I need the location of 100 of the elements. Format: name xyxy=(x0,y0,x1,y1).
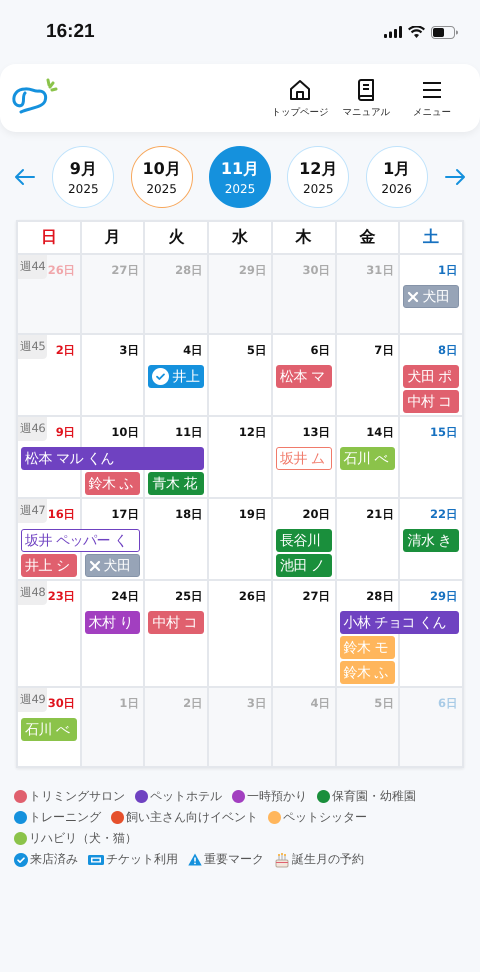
date-number: 6日 xyxy=(310,342,331,358)
date-number: 18日 xyxy=(175,506,204,522)
weekday-header: 金 xyxy=(336,222,398,253)
event-chip[interactable]: 鈴木 ふ xyxy=(84,472,140,495)
nav-button[interactable]: トップページ xyxy=(268,78,332,118)
signal-icon xyxy=(384,26,402,38)
event-chip[interactable]: 犬田 xyxy=(84,554,140,577)
warning-icon xyxy=(188,853,202,866)
legend-label: トレーニング xyxy=(29,809,101,826)
date-number: 30日 xyxy=(302,262,331,278)
date-number: 27日 xyxy=(111,262,140,278)
date-number: 5日 xyxy=(374,695,394,711)
nav-button[interactable]: メニュー xyxy=(400,78,464,118)
date-number: 3日 xyxy=(246,695,267,711)
event-chip[interactable]: 石川 べ xyxy=(340,447,396,470)
event-chip[interactable]: 犬田 ポ xyxy=(403,365,459,388)
ticket-icon xyxy=(88,854,104,866)
event-chip[interactable]: 松本 マル くん xyxy=(21,447,204,470)
legend-label: ペットシッター xyxy=(283,809,367,826)
week-number: 週47 xyxy=(18,499,48,523)
wifi-icon xyxy=(408,26,425,38)
date-number: 1日 xyxy=(119,695,140,711)
legend-label: リハビリ（犬・猫） xyxy=(29,830,137,847)
cancel-x-icon xyxy=(407,290,420,302)
event-chip[interactable]: 中村 コ xyxy=(148,611,204,634)
event-chip[interactable]: 坂井 ム xyxy=(276,447,332,470)
week-number: 週49 xyxy=(18,688,48,712)
event-chip[interactable]: 井上 xyxy=(148,365,204,388)
date-number: 8日 xyxy=(438,342,458,358)
legend-label: 重要マーク xyxy=(204,851,264,868)
date-number: 23日 xyxy=(48,588,76,604)
legend-label: 一時預かり xyxy=(247,788,307,805)
previous-arrow-icon[interactable] xyxy=(14,168,36,186)
weekday-header: 火 xyxy=(145,222,208,253)
event-chip[interactable]: 松本 マ xyxy=(276,365,332,388)
date-number: 20日 xyxy=(302,506,331,522)
legend-label: 飼い主さん向けイベント xyxy=(126,809,258,826)
month-tab[interactable]: 11月 2025 xyxy=(208,146,271,208)
date-number: 28日 xyxy=(366,588,394,604)
event-chip[interactable]: 長谷川 xyxy=(276,529,332,552)
month-tab[interactable]: 9月 2025 xyxy=(52,146,114,208)
date-number: 30日 xyxy=(48,695,76,711)
legend-label: ペットホテル xyxy=(150,788,222,805)
date-number: 2日 xyxy=(56,342,76,358)
event-chip[interactable]: 小林 チョコ くん xyxy=(340,611,459,634)
date-number: 15日 xyxy=(430,424,458,440)
date-number: 21日 xyxy=(366,506,394,522)
event-chip[interactable]: 木村 り xyxy=(84,611,140,634)
date-number: 16日 xyxy=(48,506,76,522)
week-number: 週46 xyxy=(18,417,48,441)
date-number: 13日 xyxy=(302,424,331,440)
date-number: 24日 xyxy=(111,588,140,604)
date-number: 11日 xyxy=(175,424,204,440)
date-number: 31日 xyxy=(366,262,394,278)
check-circle-icon xyxy=(14,852,28,866)
weekday-header: 木 xyxy=(272,222,335,253)
status-time: 16:21 xyxy=(46,21,95,43)
event-chip[interactable]: 池田 ノ xyxy=(276,554,332,577)
event-chip[interactable]: 石川 べ xyxy=(21,718,77,741)
month-tab[interactable]: 10月 2025 xyxy=(130,146,193,208)
weekday-header: 水 xyxy=(209,222,271,253)
date-number: 5日 xyxy=(246,342,267,358)
home-icon xyxy=(288,78,312,102)
date-number: 1日 xyxy=(438,262,458,278)
date-number: 17日 xyxy=(111,506,140,522)
battery-icon xyxy=(431,26,458,38)
date-number: 26日 xyxy=(238,588,267,604)
date-number: 3日 xyxy=(119,342,140,358)
month-tab[interactable]: 12月 2025 xyxy=(287,146,350,208)
date-number: 10日 xyxy=(111,424,140,440)
week-number: 週44 xyxy=(18,255,48,279)
event-chip[interactable]: 坂井 ペッパー く xyxy=(21,529,140,552)
date-number: 4日 xyxy=(183,342,204,358)
event-chip[interactable]: 井上 シ xyxy=(21,554,77,577)
date-number: 4日 xyxy=(310,695,331,711)
nav-button[interactable]: マニュアル xyxy=(334,78,398,118)
legend-label: トリミングサロン xyxy=(29,788,125,805)
legend-label: 誕生月の予約 xyxy=(292,851,364,868)
date-number: 26日 xyxy=(48,262,76,278)
date-number: 14日 xyxy=(366,424,394,440)
date-number: 25日 xyxy=(175,588,204,604)
event-chip[interactable]: 犬田 xyxy=(403,285,459,308)
date-number: 12日 xyxy=(238,424,267,440)
cake-icon xyxy=(274,852,290,868)
date-number: 6日 xyxy=(438,695,458,711)
date-number: 19日 xyxy=(238,506,267,522)
event-chip[interactable]: 中村 コ xyxy=(403,390,459,413)
date-number: 28日 xyxy=(175,262,204,278)
date-number: 7日 xyxy=(374,342,394,358)
next-arrow-icon[interactable] xyxy=(444,168,466,186)
event-chip[interactable]: 青木 花 xyxy=(148,472,204,495)
date-number: 29日 xyxy=(238,262,267,278)
week-number: 週48 xyxy=(18,581,48,605)
legend-label: 来店済み xyxy=(30,851,78,868)
date-number: 29日 xyxy=(430,588,458,604)
weekday-header: 日 xyxy=(18,222,80,253)
event-chip[interactable]: 清水 き xyxy=(403,529,459,552)
month-tab[interactable]: 1月 2026 xyxy=(366,146,428,208)
date-number: 9日 xyxy=(56,424,76,440)
legend-label: チケット利用 xyxy=(106,851,178,868)
